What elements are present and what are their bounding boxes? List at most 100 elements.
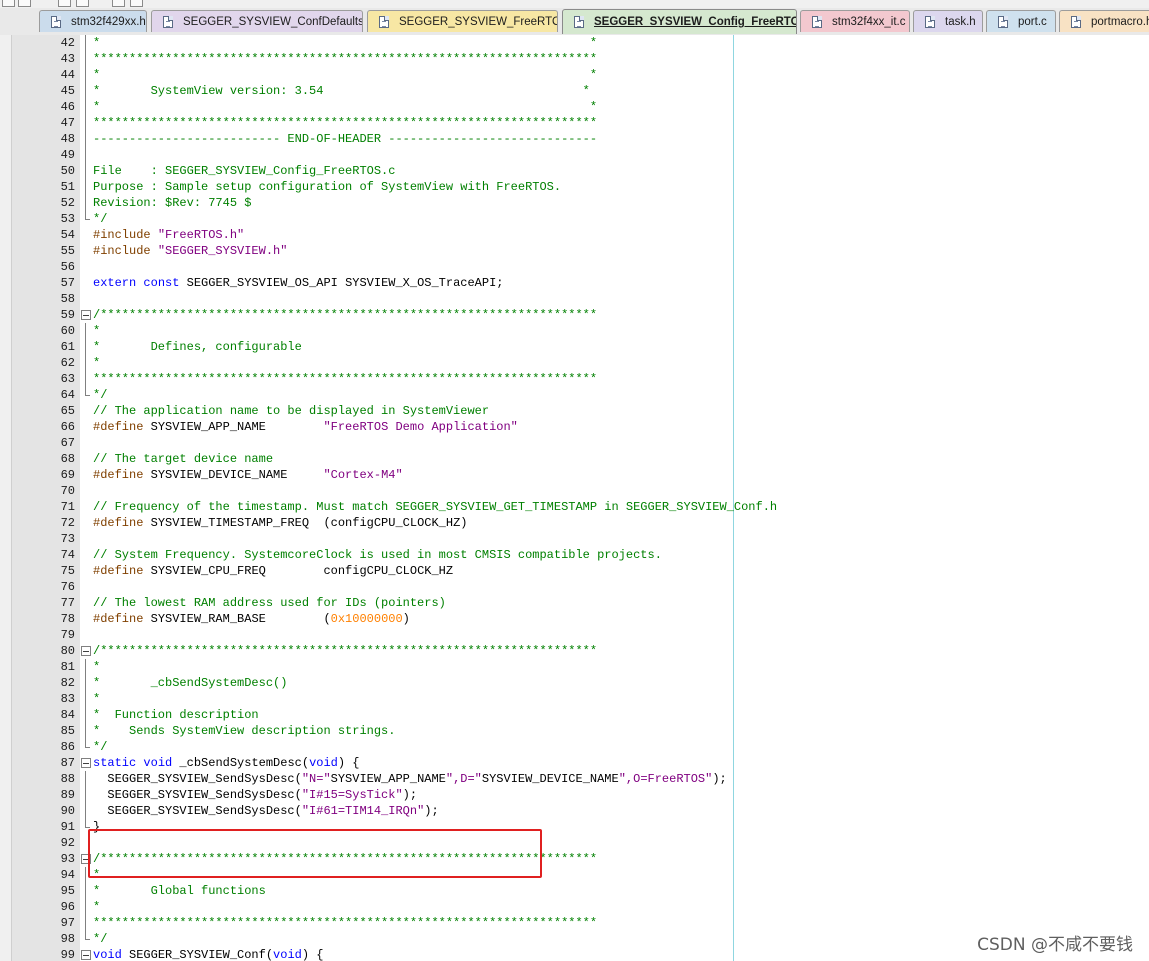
comment-token: * <box>93 900 101 914</box>
code-line[interactable]: 84 * Function description <box>0 707 1149 723</box>
tab-port-c[interactable]: port.c <box>986 10 1056 32</box>
code-line[interactable]: 55 #include "SEGGER_SYSVIEW.h" <box>0 243 1149 259</box>
code-line[interactable]: 63 **************************************… <box>0 371 1149 387</box>
code-line[interactable]: 64 */ <box>0 387 1149 403</box>
comment-token: ****************************************… <box>93 372 598 386</box>
line-text: #define SYSVIEW_CPU_FREQ configCPU_CLOCK… <box>93 563 453 579</box>
code-line[interactable]: 44 * * <box>0 67 1149 83</box>
code-line[interactable]: 46 * * <box>0 99 1149 115</box>
line-text: * <box>93 659 100 675</box>
code-line[interactable]: 45 * SystemView version: 3.54 * <box>0 83 1149 99</box>
toolbar-open-icon[interactable] <box>18 0 31 7</box>
code-line[interactable]: 58 <box>0 291 1149 307</box>
line-number: 57 <box>60 276 75 290</box>
code-line[interactable]: 85 * Sends SystemView description strings… <box>0 723 1149 739</box>
toolbar-cut-icon[interactable] <box>76 0 89 7</box>
code-line[interactable]: 67 <box>0 435 1149 451</box>
line-number: 56 <box>60 260 75 274</box>
watermark-text: CSDN @不咸不要钱 <box>977 935 1133 955</box>
comment-token: */ <box>93 740 108 754</box>
code-line[interactable]: 60 * <box>0 323 1149 339</box>
fold-toggle-icon[interactable] <box>80 643 92 659</box>
comment-token: -------------------------- END-OF-HEADER… <box>93 132 598 146</box>
code-line[interactable]: 78 #define SYSVIEW_RAM_BASE (0x10000000) <box>0 611 1149 627</box>
tab-portmacro-h[interactable]: portmacro.h <box>1059 10 1149 32</box>
code-line[interactable]: 74 // System Frequency. SystemcoreClock i… <box>0 547 1149 563</box>
code-line[interactable]: 59 /*************************************… <box>0 307 1149 323</box>
code-line[interactable]: 81 * <box>0 659 1149 675</box>
code-token: SYSVIEW_DEVICE_NAME <box>481 772 619 786</box>
code-line[interactable]: 82 * _cbSendSystemDesc() <box>0 675 1149 691</box>
tab-segger-sysview-confdefaults-h[interactable]: SEGGER_SYSVIEW_ConfDefaults.h <box>151 10 363 32</box>
line-number: 61 <box>60 340 75 354</box>
code-line[interactable]: 50 File : SEGGER_SYSVIEW_Config_FreeRTOS.… <box>0 163 1149 179</box>
code-line[interactable]: 68 // The target device name <box>0 451 1149 467</box>
code-line[interactable]: 75 #define SYSVIEW_CPU_FREQ configCPU_CLO… <box>0 563 1149 579</box>
code-line[interactable]: 87 static void _cbSendSystemDesc(void) { <box>0 755 1149 771</box>
toolbar-copy-icon[interactable] <box>112 0 125 7</box>
code-editor[interactable]: 42 * * 43 *********************************… <box>0 35 1149 961</box>
code-line[interactable]: 61 * Defines, configurable <box>0 339 1149 355</box>
string-token: "FreeRTOS Demo Application" <box>323 420 518 434</box>
code-line[interactable]: 43 **************************************… <box>0 51 1149 67</box>
toolbar-new-icon[interactable] <box>2 0 15 7</box>
code-line[interactable]: 73 <box>0 531 1149 547</box>
file-icon <box>998 15 1008 28</box>
string-token: ",O=FreeRTOS" <box>618 772 713 786</box>
fold-toggle-icon[interactable] <box>80 947 92 961</box>
code-line[interactable]: 72 #define SYSVIEW_TIMESTAMP_FREQ (config… <box>0 515 1149 531</box>
code-line[interactable]: 47 **************************************… <box>0 115 1149 131</box>
fold-toggle-icon[interactable] <box>80 755 92 771</box>
line-text: */ <box>93 739 107 755</box>
fold-marker <box>80 579 92 595</box>
code-line[interactable]: 52 Revision: $Rev: 7745 $ <box>0 195 1149 211</box>
code-line[interactable]: 83 * <box>0 691 1149 707</box>
tab-stm32f429xx-h[interactable]: stm32f429xx.h <box>39 10 147 32</box>
code-line[interactable]: 88 SEGGER_SYSVIEW_SendSysDesc("N="SYSVIE… <box>0 771 1149 787</box>
code-line[interactable]: 42 * * <box>0 35 1149 51</box>
code-line[interactable]: 66 #define SYSVIEW_APP_NAME "FreeRTOS Dem… <box>0 419 1149 435</box>
code-line[interactable]: 79 <box>0 627 1149 643</box>
code-line[interactable]: 69 #define SYSVIEW_DEVICE_NAME "Cortex-M4… <box>0 467 1149 483</box>
code-line[interactable]: 54 #include "FreeRTOS.h" <box>0 227 1149 243</box>
fold-marker <box>80 51 92 67</box>
code-token: SEGGER_SYSVIEW_OS_API SYSVIEW_X_OS_Trace… <box>179 276 504 290</box>
line-text: // The application name to be displayed … <box>93 403 489 419</box>
code-line[interactable]: 77 // The lowest RAM address used for IDs… <box>0 595 1149 611</box>
tab-segger-sysview-config-freertos-c[interactable]: SEGGER_SYSVIEW_Config_FreeRTOS.c <box>562 9 797 34</box>
code-line[interactable]: 48 -------------------------- END-OF-HEAD… <box>0 131 1149 147</box>
tab-segger-sysview-freertos-c[interactable]: SEGGER_SYSVIEW_FreeRTOS.c <box>367 10 558 32</box>
tab-task-h[interactable]: task.h <box>913 10 983 32</box>
code-line[interactable]: 49 <box>0 147 1149 163</box>
code-line[interactable]: 53 */ <box>0 211 1149 227</box>
toolbar-paste-icon[interactable] <box>130 0 143 7</box>
code-line[interactable]: 76 <box>0 579 1149 595</box>
line-text: * * <box>93 35 597 51</box>
tab-stm32f4xx-it-c[interactable]: stm32f4xx_it.c <box>800 10 910 32</box>
fold-marker <box>80 515 92 531</box>
code-line[interactable]: 95 * Global functions <box>0 883 1149 899</box>
code-line[interactable]: 80 /*************************************… <box>0 643 1149 659</box>
code-line[interactable]: 96 * <box>0 899 1149 915</box>
code-line[interactable]: 57 extern const SEGGER_SYSVIEW_OS_API SYS… <box>0 275 1149 291</box>
code-line[interactable]: 65 // The application name to be displaye… <box>0 403 1149 419</box>
line-text: * Function description <box>93 707 259 723</box>
line-text: /***************************************… <box>93 643 597 659</box>
code-line[interactable]: 56 <box>0 259 1149 275</box>
toolbar-save-icon[interactable] <box>58 0 71 7</box>
code-line[interactable]: 90 SEGGER_SYSVIEW_SendSysDesc("I#61=TIM1… <box>0 803 1149 819</box>
code-line[interactable]: 62 * <box>0 355 1149 371</box>
file-tab-bar: stm32f429xx.h SEGGER_SYSVIEW_ConfDefault… <box>0 8 1149 36</box>
code-line[interactable]: 51 Purpose : Sample setup configuration o… <box>0 179 1149 195</box>
code-token: SYSVIEW_RAM_BASE ( <box>143 612 331 626</box>
string-token: "Cortex-M4" <box>323 468 403 482</box>
fold-toggle-icon[interactable] <box>80 307 92 323</box>
line-number: 52 <box>60 196 75 210</box>
code-line[interactable]: 86 */ <box>0 739 1149 755</box>
code-line[interactable]: 71 // Frequency of the timestamp. Must ma… <box>0 499 1149 515</box>
code-line[interactable]: 97 **************************************… <box>0 915 1149 931</box>
line-text: ****************************************… <box>93 371 597 387</box>
comment-token: // The lowest RAM address used for IDs (… <box>93 596 446 610</box>
code-line[interactable]: 89 SEGGER_SYSVIEW_SendSysDesc("I#15=SysT… <box>0 787 1149 803</box>
code-line[interactable]: 70 <box>0 483 1149 499</box>
